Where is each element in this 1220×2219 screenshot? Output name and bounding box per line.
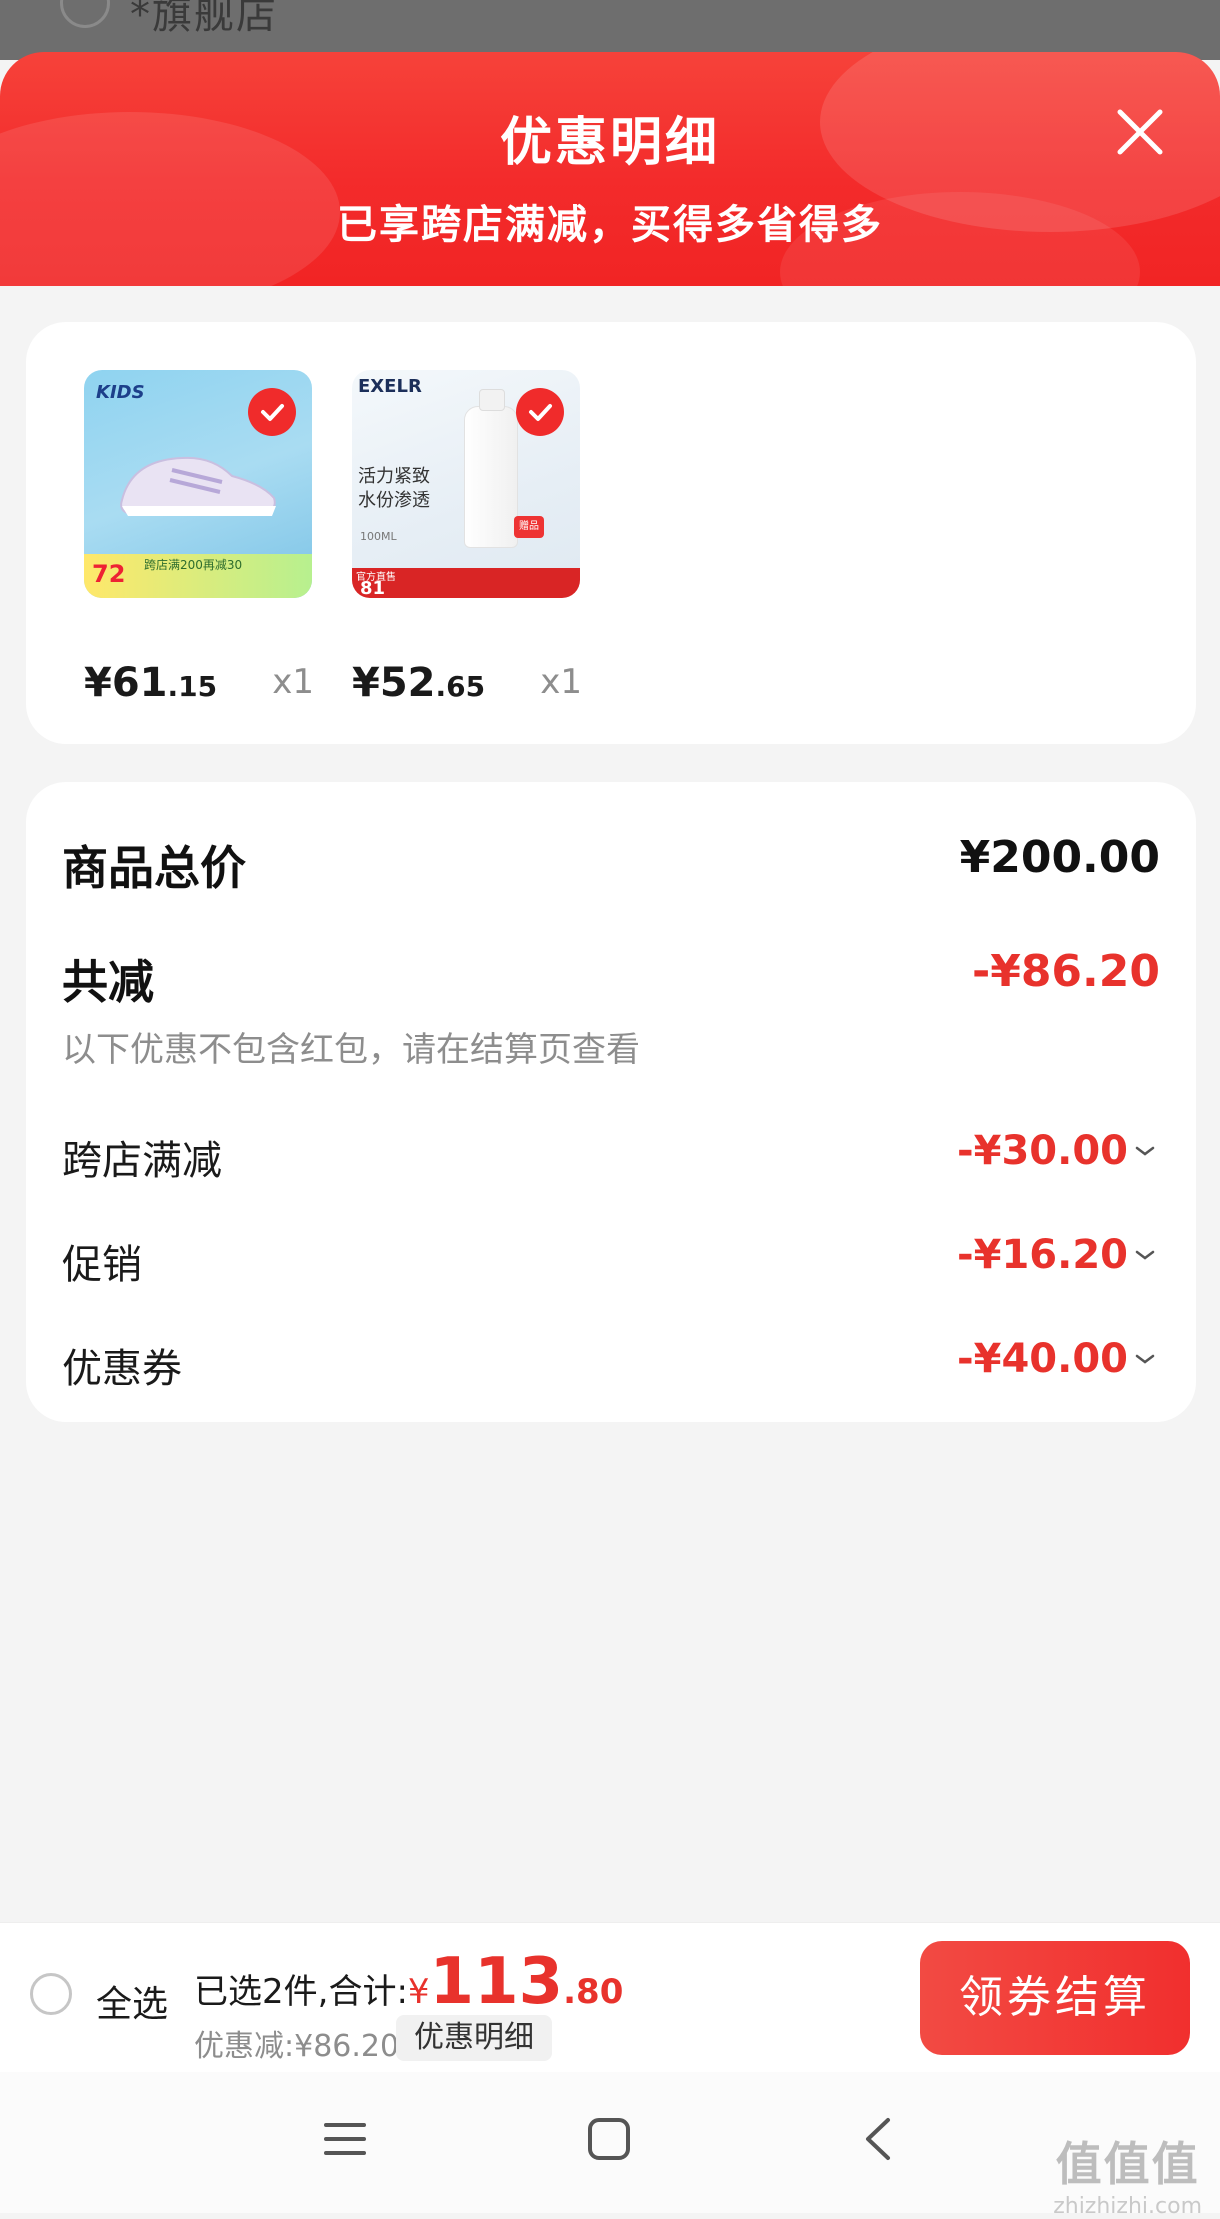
discount-detail-button[interactable]: 优惠明细 xyxy=(396,2015,552,2061)
total-price-value: ¥200.00 xyxy=(959,832,1160,883)
home-icon xyxy=(588,2118,630,2160)
select-all-label[interactable]: 全选 xyxy=(96,1975,168,2027)
discount-item-coupon[interactable]: 优惠券 -¥40.00 xyxy=(62,1336,1160,1394)
sheet-subtitle: 已享跨店满减，买得多省得多 xyxy=(337,202,883,248)
thumb-line2: 水份渗透 xyxy=(358,490,430,511)
product-price: ¥61.15 xyxy=(84,660,217,706)
discount-item-value[interactable]: -¥40.00 xyxy=(957,1336,1156,1382)
back-icon xyxy=(866,2118,890,2160)
price-decimal: .65 xyxy=(435,670,486,703)
discount-item-amount: -¥40.00 xyxy=(957,1336,1128,1382)
discount-note: 以下优惠不包含红包，请在结算页查看 xyxy=(62,1022,1160,1071)
discount-item-amount: -¥30.00 xyxy=(957,1128,1128,1174)
close-icon xyxy=(1117,109,1163,155)
total-currency: ¥ xyxy=(407,1972,430,2012)
check-icon xyxy=(261,404,284,421)
product-quantity: x1 xyxy=(540,662,582,702)
price-integer: ¥52 xyxy=(352,660,436,706)
selected-count-text: 已选2件,合计: xyxy=(194,1972,408,2012)
chevron-down-icon xyxy=(1135,1354,1155,1364)
close-button[interactable] xyxy=(1110,102,1170,162)
discount-item-amount: -¥16.20 xyxy=(957,1232,1128,1278)
watermark-url: zhizhizhi.com xyxy=(1053,2194,1202,2219)
product-quantity: x1 xyxy=(272,662,314,702)
product-item[interactable]: EXELR 活力紧致 水份渗透 100ML 赠品 官方直售 81 ¥52.65 … xyxy=(352,370,582,706)
chevron-down-icon xyxy=(1135,1146,1155,1156)
discount-item-promotion[interactable]: 促销 -¥16.20 xyxy=(62,1232,1160,1290)
thumb-price-strip: 官方直售 81 xyxy=(352,568,580,598)
background-page: *旗舰店 xyxy=(0,0,1220,60)
select-all-radio[interactable] xyxy=(30,1973,72,2015)
selected-check[interactable] xyxy=(516,388,564,436)
selected-summary: 已选2件,合计:¥113.80 xyxy=(194,1945,623,2019)
sheet-title: 优惠明细 xyxy=(499,113,720,173)
price-decimal: .15 xyxy=(167,670,218,703)
checkout-bar: 全选 已选2件,合计:¥113.80 优惠减:¥86.20 优惠明细 领券结算 xyxy=(0,1922,1220,2073)
products-card: KIDS 72 跨店满200再减30 ¥61.15 x1 EXELR 活力紧致 xyxy=(26,322,1196,744)
checkout-button[interactable]: 领券结算 xyxy=(920,1941,1190,2055)
thumb-line1: 活力紧致 xyxy=(358,466,430,487)
total-integer: 113 xyxy=(429,1945,564,2019)
sheet-header: 优惠明细 已享跨店满减，买得多省得多 xyxy=(0,52,1220,286)
total-price-row: 商品总价 ¥200.00 xyxy=(62,832,1160,898)
discount-item-value[interactable]: -¥30.00 xyxy=(957,1128,1156,1174)
total-reduction-value: -¥86.20 xyxy=(971,946,1160,997)
sheet-body: KIDS 72 跨店满200再减30 ¥61.15 x1 EXELR 活力紧致 xyxy=(0,286,1220,1922)
thumb-banner: 跨店满200再减30 xyxy=(144,558,243,572)
bottle-image xyxy=(464,389,518,548)
discount-note-text: 以下优惠不包含红包，请在结算页查看 xyxy=(62,1030,640,1070)
background-store-name: *旗舰店 xyxy=(130,0,278,38)
background-radio xyxy=(60,0,110,28)
gift-badge: 赠品 xyxy=(514,516,544,538)
watermark-logo: 值值值 xyxy=(1055,2137,1200,2191)
back-button[interactable] xyxy=(856,2116,902,2166)
price-integer: ¥61 xyxy=(84,660,168,706)
menu-icon xyxy=(324,2123,366,2155)
discount-amount-text: 优惠减:¥86.20 xyxy=(194,2029,400,2064)
check-icon xyxy=(529,404,552,421)
total-reduction-row: 共减 -¥86.20 xyxy=(62,946,1160,1012)
thumb-volume: 100ML xyxy=(360,530,397,543)
discount-item-value[interactable]: -¥16.20 xyxy=(957,1232,1156,1278)
shoe-image xyxy=(112,440,282,524)
home-button[interactable] xyxy=(586,2116,632,2166)
thumb-brand: EXELR xyxy=(358,376,422,397)
system-nav-bar xyxy=(0,2072,1220,2213)
menu-button[interactable] xyxy=(322,2116,368,2166)
product-thumbnail[interactable]: EXELR 活力紧致 水份渗透 100ML 赠品 官方直售 81 xyxy=(352,370,580,598)
total-decimal: .80 xyxy=(563,1972,624,2012)
product-thumbnail[interactable]: KIDS 72 跨店满200再减30 xyxy=(84,370,312,598)
thumb-price: 72 xyxy=(92,560,126,588)
thumb-price-strip: 72 跨店满200再减30 xyxy=(84,554,312,598)
product-item[interactable]: KIDS 72 跨店满200再减30 ¥61.15 x1 xyxy=(84,370,314,706)
site-watermark: 值值值 zhizhizhi.com xyxy=(1053,2128,1202,2219)
thumb-price: 81 xyxy=(360,578,386,598)
product-price: ¥52.65 xyxy=(352,660,485,706)
selected-check[interactable] xyxy=(248,388,296,436)
thumb-brand: KIDS xyxy=(96,382,145,403)
discount-summary-card: 商品总价 ¥200.00 共减 -¥86.20 以下优惠不包含红包，请在结算页查… xyxy=(26,782,1196,1422)
chevron-down-icon xyxy=(1135,1250,1155,1260)
discount-item-cross-store[interactable]: 跨店满减 -¥30.00 xyxy=(62,1128,1160,1186)
